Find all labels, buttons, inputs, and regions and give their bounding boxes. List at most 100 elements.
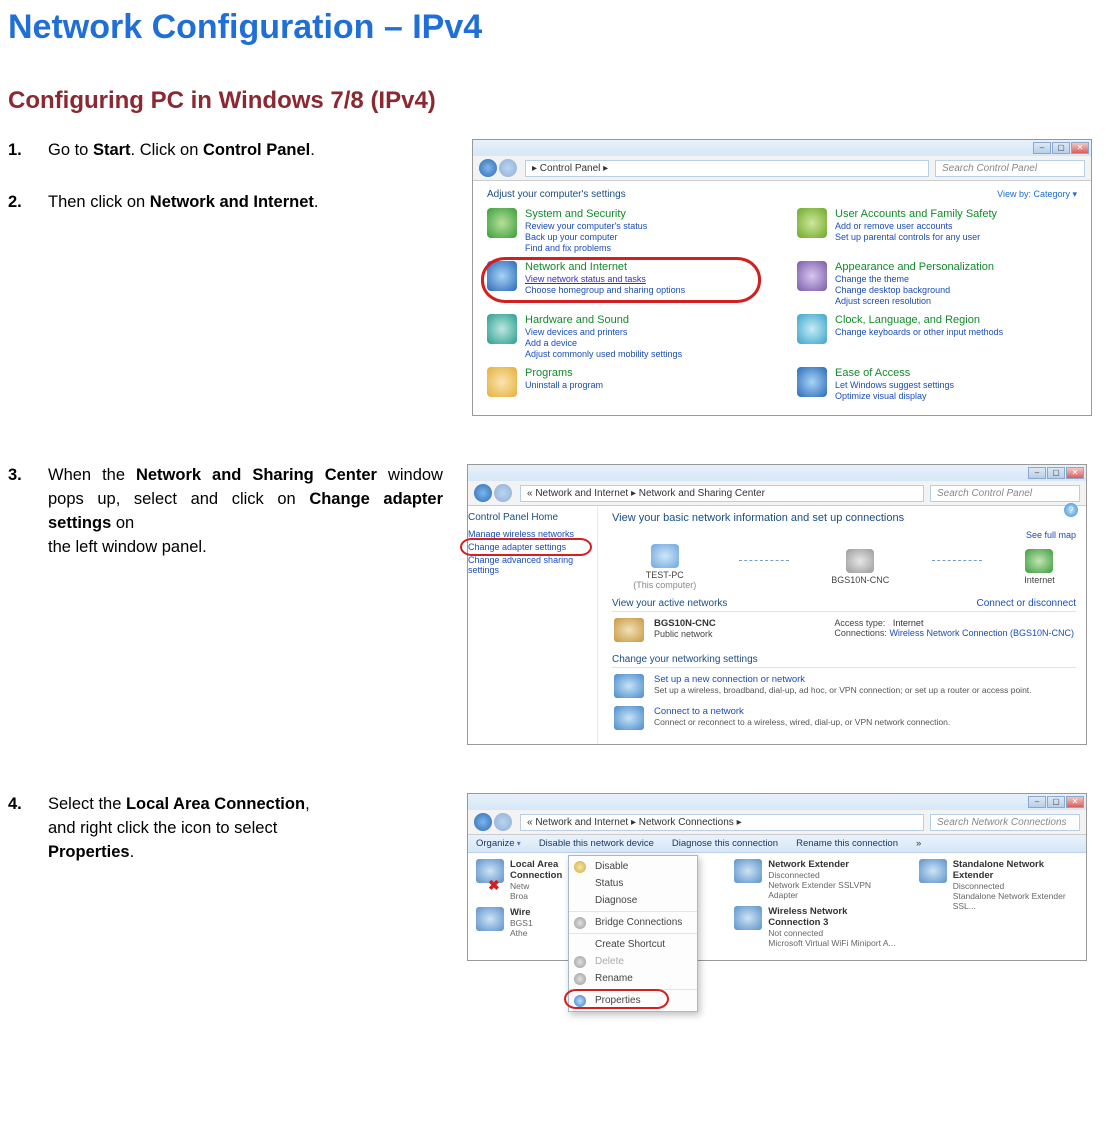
adapter-icon [734,859,762,883]
network-sharing-center-window: – ▢ ✕ « Network and Internet ▸ Network a… [467,464,1087,745]
nav-fwd-icon[interactable] [494,813,512,831]
breadcrumb[interactable]: ▸ Control Panel ▸ [525,160,929,177]
change-advanced-sharing-link[interactable]: Change advanced sharing settings [468,555,589,575]
nav-fwd-icon[interactable] [499,159,517,177]
properties-icon [574,995,586,1007]
change-adapter-settings-link[interactable]: Change adapter settings [468,542,589,552]
adjust-heading: Adjust your computer's settings [487,189,626,200]
menu-delete: Delete [569,953,697,970]
disable-device-button[interactable]: Disable this network device [539,838,654,849]
network-extender-item[interactable]: Network Extender Disconnected Network Ex… [734,859,896,900]
menu-bridge[interactable]: Bridge Connections [569,914,697,931]
nav-back-icon[interactable] [474,484,492,502]
context-menu: Disable Status Diagnose Bridge Connectio… [568,855,698,1012]
node-internet: Internet [1024,549,1055,585]
step-4-text: Select the Local Area Connection, and ri… [48,793,443,865]
menu-rename[interactable]: Rename [569,970,697,987]
breadcrumb[interactable]: « Network and Internet ▸ Network and Sha… [520,485,924,502]
close-button[interactable]: ✕ [1066,796,1084,808]
menu-disable[interactable]: Disable [569,858,697,875]
close-button[interactable]: ✕ [1071,142,1089,154]
change-networking-heading: Change your networking settings [612,654,758,665]
bench-network-icon [614,618,644,642]
minimize-button[interactable]: – [1028,467,1046,479]
connection-link[interactable]: Wireless Network Connection (BGS10N-CNC) [889,628,1074,638]
adapter-icon [476,907,504,931]
viewby-dropdown[interactable]: View by: Category ▾ [997,189,1077,200]
organize-menu[interactable]: Organize [476,838,521,849]
search-input[interactable]: Search Control Panel [935,160,1085,177]
maximize-button[interactable]: ▢ [1047,796,1065,808]
active-networks-heading: View your active networks [612,598,727,609]
category-appearance[interactable]: Appearance and Personalization Change th… [797,261,1077,306]
maximize-button[interactable]: ▢ [1047,467,1065,479]
bridge-icon [574,917,586,929]
x-indicator-icon: ✖ [488,877,500,894]
nav-back-icon[interactable] [479,159,497,177]
category-system-security[interactable]: System and Security Review your computer… [487,208,767,253]
category-ease-of-access[interactable]: Ease of Access Let Windows suggest setti… [797,367,1077,401]
menu-shortcut[interactable]: Create Shortcut [569,936,697,953]
search-input[interactable]: Search Control Panel [930,485,1080,502]
nav-back-icon[interactable] [474,813,492,831]
minimize-button[interactable]: – [1033,142,1051,154]
wireless-connection-3-item[interactable]: Wireless Network Connection 3 Not connec… [734,906,896,948]
setup-connection-icon [614,674,644,698]
shield-icon [487,208,517,238]
menu-diagnose[interactable]: Diagnose [569,892,697,909]
close-button[interactable]: ✕ [1066,467,1084,479]
menu-properties[interactable]: Properties [569,992,697,1009]
adapter-icon [919,859,947,883]
diagnose-connection-button[interactable]: Diagnose this connection [672,838,778,849]
manage-wireless-link[interactable]: Manage wireless networks [468,529,589,539]
category-programs[interactable]: Programs Uninstall a program [487,367,767,401]
sc-heading: View your basic network information and … [612,512,1076,524]
step-number: 3. [8,464,28,560]
control-panel-window: – ▢ ✕ ▸ Control Panel ▸ Search Control P… [472,139,1092,416]
internet-globe-icon [1025,549,1053,573]
standalone-extender-item[interactable]: Standalone Network Extender Disconnected… [919,859,1078,911]
search-input[interactable]: Search Network Connections [930,814,1080,831]
category-hardware-sound[interactable]: Hardware and Sound View devices and prin… [487,314,767,359]
step-2-text: Then click on Network and Internet. [48,191,448,215]
connect-network-link[interactable]: Connect to a network [654,706,1074,717]
router-icon [846,549,874,573]
delete-icon [574,956,586,968]
disable-icon [574,861,586,873]
category-network-internet[interactable]: Network and Internet View network status… [487,261,767,306]
toolbar-overflow[interactable]: » [916,838,921,849]
wireless-connection-item[interactable]: Wire BGS1 Athe [476,907,562,938]
section-subtitle: Configuring PC in Windows 7/8 (IPv4) [8,87,1087,115]
red-highlight-oval [460,538,592,556]
maximize-button[interactable]: ▢ [1052,142,1070,154]
connect-network-icon [614,706,644,730]
page-title: Network Configuration – IPv4 [8,8,1087,47]
rename-connection-button[interactable]: Rename this connection [796,838,898,849]
nav-fwd-icon[interactable] [494,484,512,502]
step-1-text: Go to Start. Click on Control Panel. [48,139,448,163]
appearance-icon [797,261,827,291]
pc-icon [651,544,679,568]
programs-icon [487,367,517,397]
network-connections-window: – ▢ ✕ « Network and Internet ▸ Network C… [467,793,1087,961]
rename-icon [574,973,586,985]
menu-status[interactable]: Status [569,875,697,892]
setup-connection-link[interactable]: Set up a new connection or network [654,674,1074,685]
step-number: 1. [8,139,28,163]
minimize-button[interactable]: – [1028,796,1046,808]
step-3-text: When the Network and Sharing Center wind… [48,464,443,560]
control-panel-home-link[interactable]: Control Panel Home [468,512,589,523]
connect-disconnect-link[interactable]: Connect or disconnect [976,598,1076,609]
node-router: BGS10N-CNC [831,549,889,585]
see-full-map-link[interactable]: See full map [612,530,1076,540]
category-clock-lang-region[interactable]: Clock, Language, and Region Change keybo… [797,314,1077,359]
hardware-icon [487,314,517,344]
node-this-pc: TEST-PC (This computer) [633,544,696,590]
help-icon[interactable]: ? [1064,503,1078,517]
step-number: 2. [8,191,28,215]
breadcrumb[interactable]: « Network and Internet ▸ Network Connect… [520,814,924,831]
step-number: 4. [8,793,28,865]
category-user-accounts[interactable]: User Accounts and Family Safety Add or r… [797,208,1077,253]
ease-of-access-icon [797,367,827,397]
adapter-icon [734,906,762,930]
